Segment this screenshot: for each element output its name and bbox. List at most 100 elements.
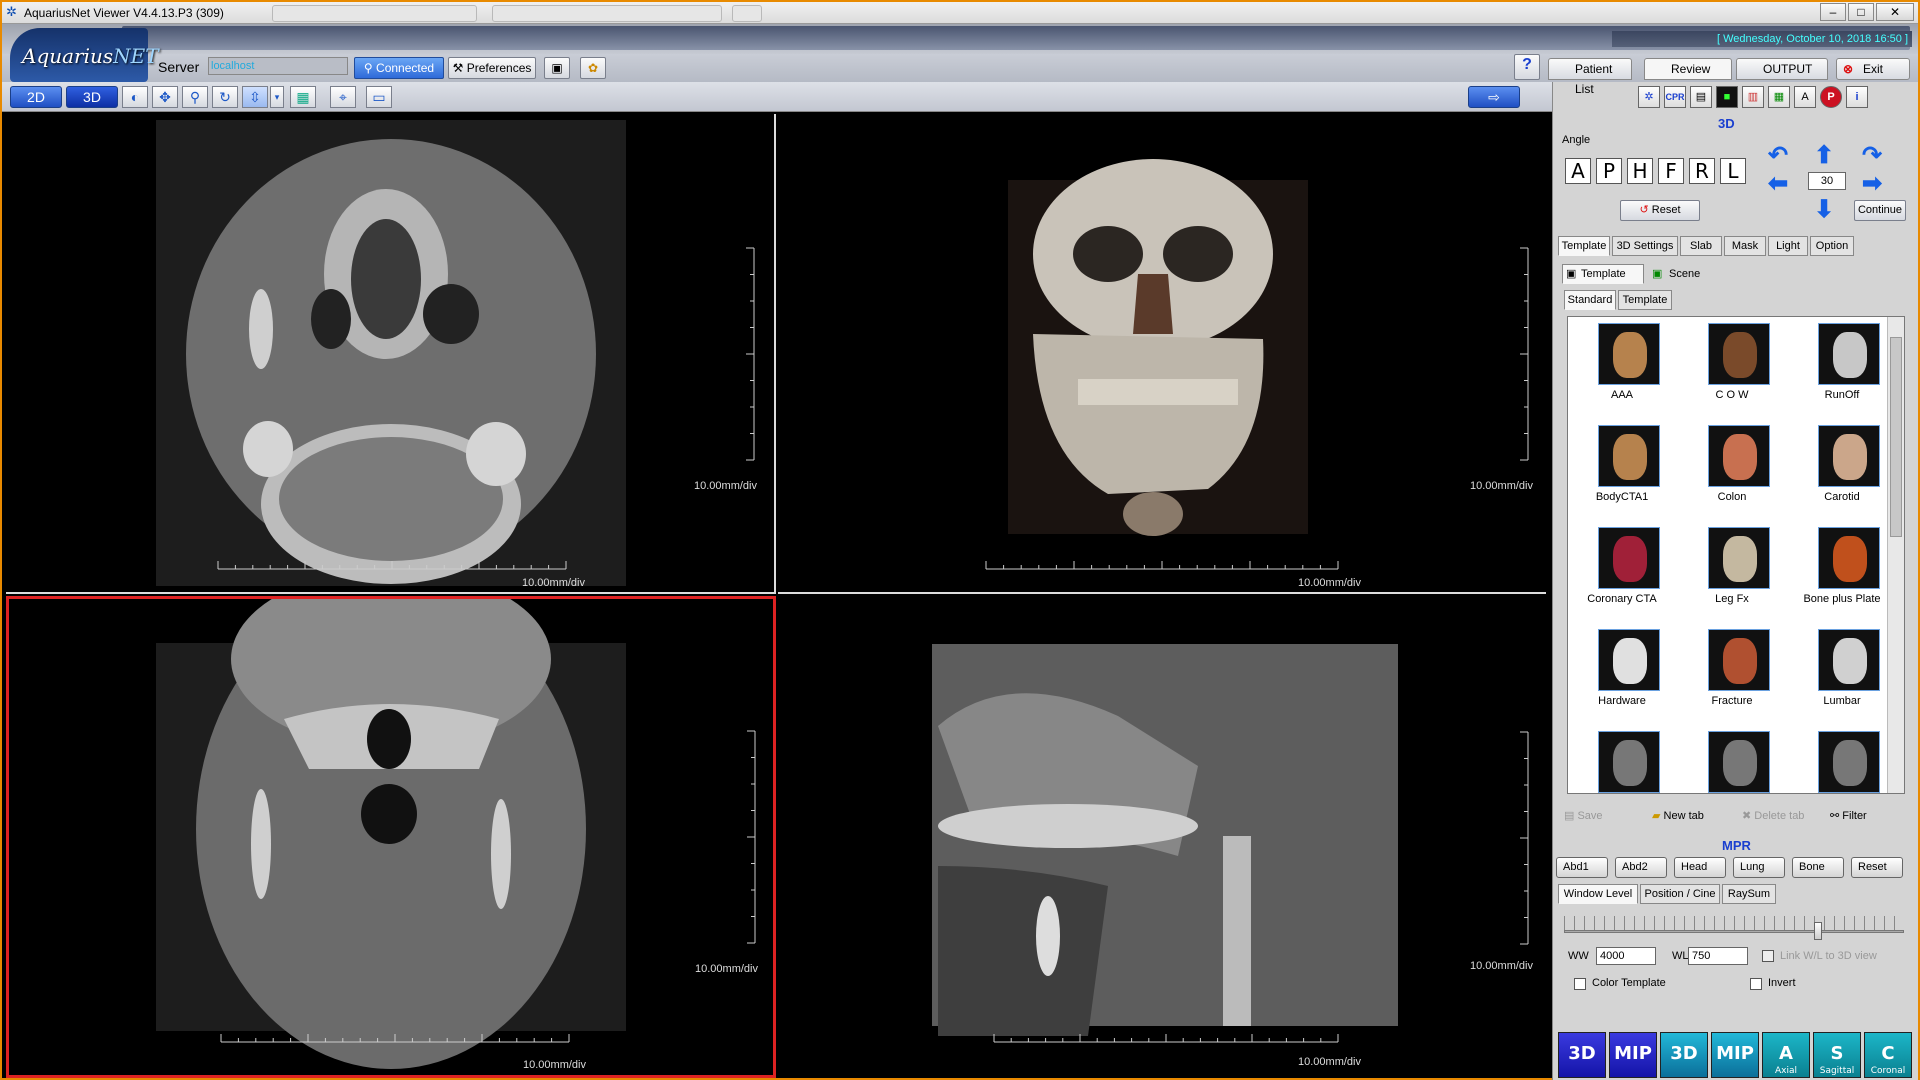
- slab-3d-button[interactable]: 3D: [1660, 1032, 1708, 1078]
- info-icon[interactable]: i: [1846, 86, 1868, 108]
- layout-button[interactable]: ▣: [544, 57, 570, 79]
- mip-color-icon[interactable]: ■: [1716, 86, 1738, 108]
- mode-3d-button[interactable]: 3D: [66, 86, 118, 108]
- template-item[interactable]: RunOff: [1788, 321, 1896, 421]
- filter-button[interactable]: ⚯ Filter: [1830, 809, 1867, 822]
- library-tab-standard[interactable]: Standard: [1564, 290, 1616, 310]
- pan-icon[interactable]: ✥: [152, 86, 178, 108]
- tab-review[interactable]: Review: [1644, 58, 1732, 80]
- crosshair-icon[interactable]: ⌖: [330, 86, 356, 108]
- template-item[interactable]: [1568, 729, 1676, 793]
- rotate-icon[interactable]: ↻: [212, 86, 238, 108]
- template-scrollbar[interactable]: [1887, 317, 1904, 793]
- annotation-icon[interactable]: A: [1794, 86, 1816, 108]
- tab-light[interactable]: Light: [1768, 236, 1808, 256]
- sagittal-button[interactable]: S Sagittal: [1813, 1032, 1861, 1078]
- template-item[interactable]: [1788, 729, 1896, 793]
- help-icon[interactable]: ?: [1514, 54, 1540, 80]
- mode-2d-button[interactable]: 2D: [10, 86, 62, 108]
- preset-head-button[interactable]: Head: [1674, 857, 1726, 878]
- invert-checkbox[interactable]: [1750, 978, 1762, 990]
- template-item[interactable]: Fracture: [1678, 627, 1786, 727]
- preset-abd2-button[interactable]: Abd2: [1615, 857, 1667, 878]
- contrast-icon[interactable]: ◐: [122, 86, 148, 108]
- template-item[interactable]: BodyCTA1: [1568, 423, 1676, 523]
- angle-p-button[interactable]: P: [1596, 158, 1622, 184]
- template-item[interactable]: Colon: [1678, 423, 1786, 523]
- axial-button[interactable]: A Axial: [1762, 1032, 1810, 1078]
- tool-dropdown-icon[interactable]: ▾: [270, 86, 284, 108]
- template-item[interactable]: Coronary CTA: [1568, 525, 1676, 625]
- tab-patient-list[interactable]: Patient List: [1548, 58, 1632, 96]
- server-input[interactable]: [208, 57, 348, 75]
- tab-window-level[interactable]: Window Level: [1558, 884, 1638, 904]
- window-level-slider-track[interactable]: [1564, 930, 1904, 933]
- mip-button[interactable]: MIP: [1609, 1032, 1657, 1078]
- skeleton-icon[interactable]: ✲: [1638, 86, 1660, 108]
- slab-mip-button[interactable]: MIP: [1711, 1032, 1759, 1078]
- new-tab-button[interactable]: ▰ New tab: [1652, 809, 1704, 822]
- viewport-axial[interactable]: 10.00mm/div 10.00mm/div: [6, 114, 776, 594]
- viewport-sagittal[interactable]: 10.00mm/div 10.00mm/div: [778, 596, 1546, 1078]
- minimize-button[interactable]: –: [1820, 3, 1846, 21]
- tab-mask[interactable]: Mask: [1724, 236, 1766, 256]
- maximize-button[interactable]: □: [1848, 3, 1874, 21]
- library-tab-template[interactable]: Template: [1618, 290, 1672, 310]
- background-tab[interactable]: [732, 5, 762, 22]
- template-item[interactable]: [1678, 729, 1786, 793]
- subtab-scene[interactable]: ▣ Scene: [1648, 264, 1718, 284]
- template-item[interactable]: C O W: [1678, 321, 1786, 421]
- angle-l-button[interactable]: L: [1720, 158, 1746, 184]
- arrow-right-icon[interactable]: ➡: [1862, 172, 1882, 196]
- arrow-left-icon[interactable]: ⬅: [1768, 172, 1788, 196]
- background-tab[interactable]: [272, 5, 477, 22]
- template-item[interactable]: Carotid: [1788, 423, 1896, 523]
- tab-option[interactable]: Option: [1810, 236, 1854, 256]
- preset-abd1-button[interactable]: Abd1: [1556, 857, 1608, 878]
- tab-raysum[interactable]: RaySum: [1722, 884, 1776, 904]
- window-level-slider-thumb[interactable]: [1814, 922, 1822, 940]
- angle-f-button[interactable]: F: [1658, 158, 1684, 184]
- layout-grid-icon[interactable]: ▦: [1768, 86, 1790, 108]
- viewport-3d[interactable]: 10.00mm/div 10.00mm/div: [778, 114, 1546, 594]
- arrow-down-icon[interactable]: ⬇: [1814, 198, 1834, 222]
- connected-button[interactable]: ⚲ Connected: [354, 57, 444, 79]
- ww-input[interactable]: 4000: [1596, 947, 1656, 965]
- zoom-icon[interactable]: ⚲: [182, 86, 208, 108]
- template-item[interactable]: Bone plus Plate: [1788, 525, 1896, 625]
- template-item[interactable]: Leg Fx: [1678, 525, 1786, 625]
- template-item[interactable]: AAA: [1568, 321, 1676, 421]
- angle-h-button[interactable]: H: [1627, 158, 1653, 184]
- delete-tab-button[interactable]: ✖ Delete tab: [1742, 809, 1804, 822]
- preferences-button[interactable]: ⚒ Preferences: [448, 57, 536, 79]
- ruler-icon[interactable]: ▭: [366, 86, 392, 108]
- tab-3d-settings[interactable]: 3D Settings: [1612, 236, 1678, 256]
- export-arrow-button[interactable]: ⇨: [1468, 86, 1520, 108]
- angle-a-button[interactable]: A: [1565, 158, 1591, 184]
- angle-r-button[interactable]: R: [1689, 158, 1715, 184]
- exit-button[interactable]: ⊗ Exit: [1836, 58, 1910, 80]
- volume-3d-button[interactable]: 3D: [1558, 1032, 1606, 1078]
- reset-angle-button[interactable]: ↺ Reset: [1620, 200, 1700, 221]
- coronal-button[interactable]: C Coronal: [1864, 1032, 1912, 1078]
- rotate-cw-icon[interactable]: ↷: [1862, 144, 1882, 168]
- scrollbar-thumb[interactable]: [1890, 337, 1902, 537]
- palette-icon[interactable]: ▥: [1742, 86, 1764, 108]
- continue-button[interactable]: Continue: [1854, 200, 1906, 221]
- color-template-checkbox[interactable]: [1574, 978, 1586, 990]
- template-item[interactable]: Hardware: [1568, 627, 1676, 727]
- preset-bone-button[interactable]: Bone: [1792, 857, 1844, 878]
- tab-position-cine[interactable]: Position / Cine: [1640, 884, 1720, 904]
- preset-reset-button[interactable]: Reset: [1851, 857, 1903, 878]
- tab-template[interactable]: Template: [1558, 236, 1610, 256]
- rotate-ccw-icon[interactable]: ↶: [1768, 144, 1788, 168]
- tab-slab[interactable]: Slab: [1680, 236, 1722, 256]
- template-item[interactable]: Lumbar: [1788, 627, 1896, 727]
- slice-tool-icon[interactable]: ⇳: [242, 86, 268, 108]
- tab-output[interactable]: OUTPUT: [1736, 58, 1828, 80]
- close-button[interactable]: ✕: [1876, 3, 1914, 21]
- p-icon[interactable]: P: [1820, 86, 1842, 108]
- save-template-button[interactable]: ▤ Save: [1564, 809, 1603, 822]
- settings-flower-button[interactable]: ✿: [580, 57, 606, 79]
- link-wl-checkbox[interactable]: [1762, 950, 1774, 962]
